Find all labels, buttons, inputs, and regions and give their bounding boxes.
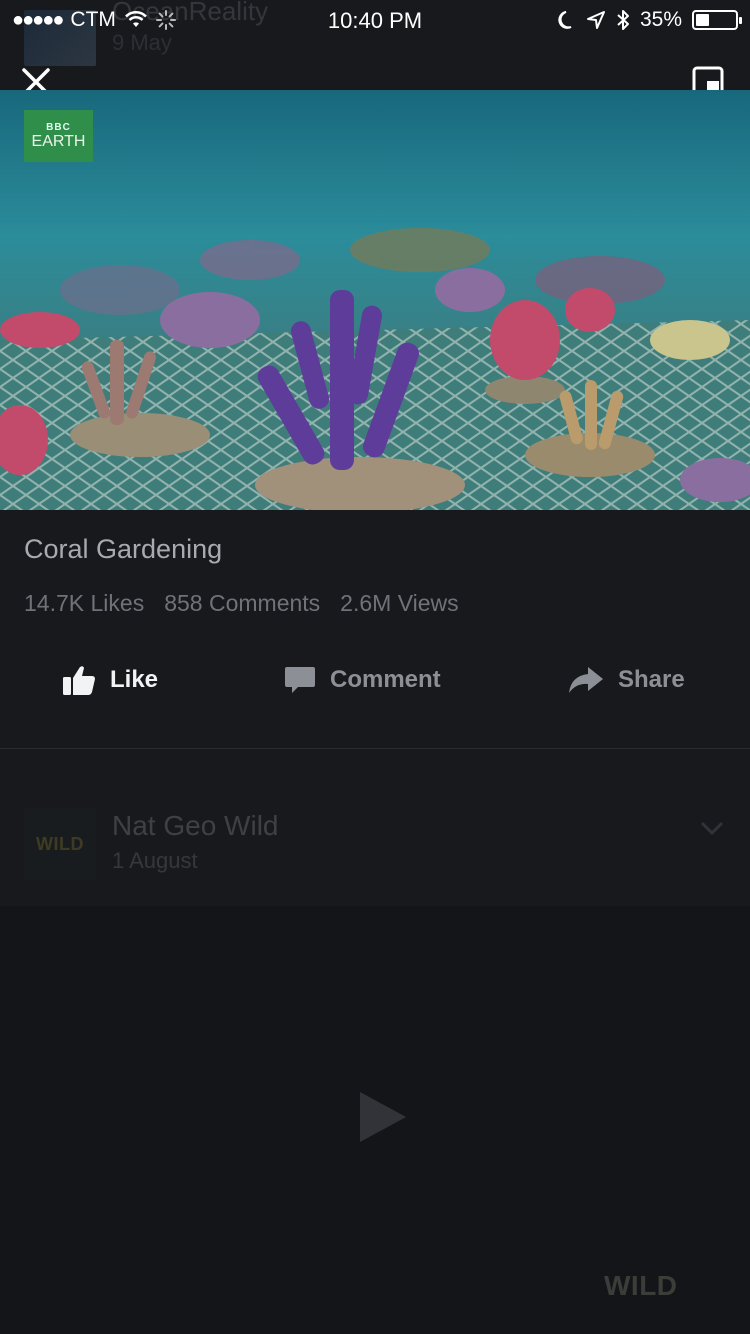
battery-icon [692, 10, 742, 30]
share-arrow-icon [569, 667, 603, 693]
background-post-header: WILD Nat Geo Wild 1 August [24, 808, 726, 884]
avatar: WILD [24, 808, 96, 880]
status-time: 10:40 PM [327, 8, 423, 33]
likes-count[interactable]: 14.7K Likes [24, 590, 144, 617]
play-icon [360, 1092, 406, 1142]
speech-bubble-icon [285, 667, 315, 693]
nat-geo-wild-watermark: WILD [604, 1270, 678, 1301]
engagement-stats: 14.7K Likes 858 Comments 2.6M Views [24, 590, 459, 617]
background-post-author: Nat Geo Wild [112, 810, 279, 841]
views-count: 2.6M Views [340, 590, 459, 616]
comments-count[interactable]: 858 Comments [164, 590, 320, 617]
share-label: Share [618, 666, 685, 693]
comment-button[interactable]: Comment [284, 650, 441, 710]
video-frame [0, 90, 750, 510]
video-title: Coral Gardening [24, 534, 223, 564]
bbc-earth-logo: BBC EARTH [24, 110, 93, 162]
like-button[interactable]: Like [62, 650, 158, 710]
chevron-down-icon [700, 821, 724, 836]
thumbs-up-icon [63, 666, 95, 695]
nat-geo-wild-logo: WILD [36, 833, 84, 854]
share-button[interactable]: Share [568, 650, 685, 710]
divider [0, 748, 750, 749]
background-post-date: 1 August [112, 848, 198, 873]
comment-label: Comment [330, 666, 441, 693]
status-bar: ●●●●● CTM 10:40 PM 35% [0, 0, 750, 40]
bbc-earth-logo-line1: BBC [46, 121, 71, 133]
like-label: Like [110, 666, 159, 693]
bbc-earth-logo-line2: EARTH [31, 132, 86, 150]
video-player[interactable]: BBC EARTH [0, 90, 750, 510]
action-bar: Like Comment Share [0, 650, 750, 710]
